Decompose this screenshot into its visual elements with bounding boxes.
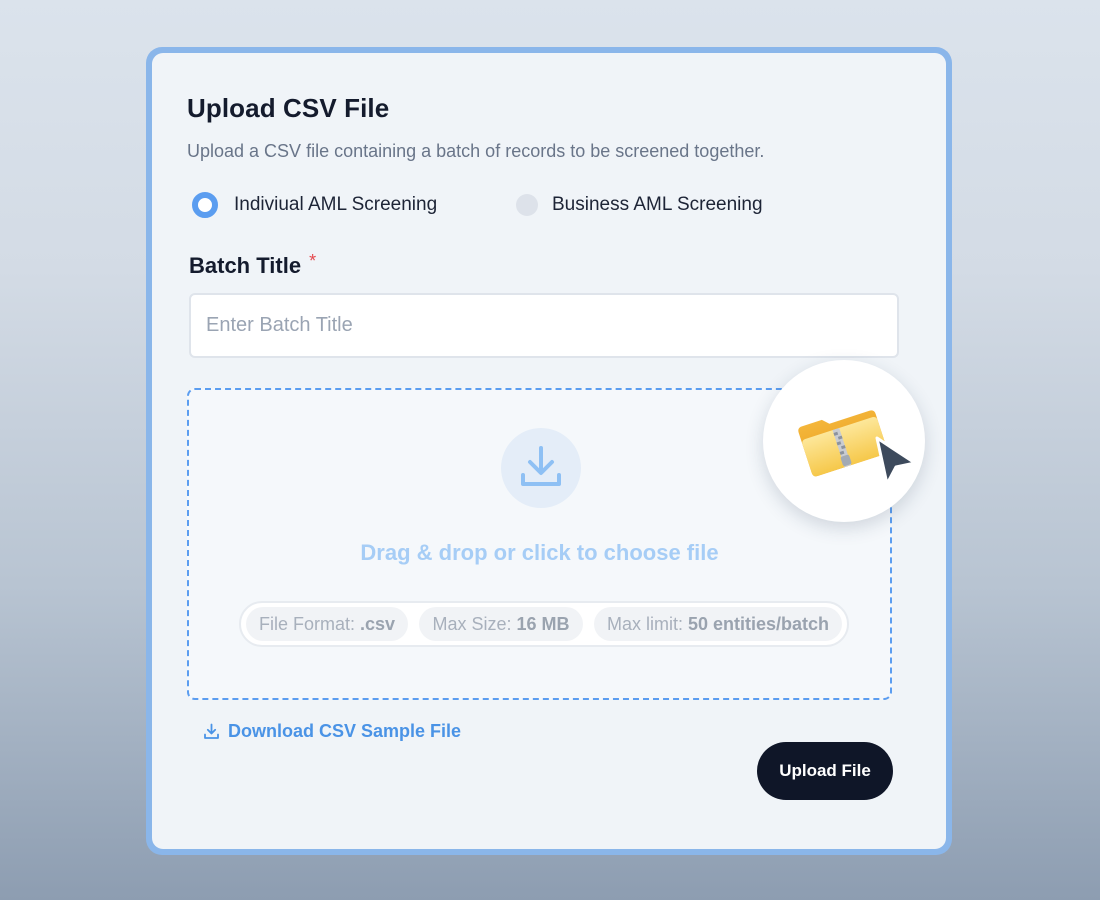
constraint-label: Max limit:	[606, 613, 683, 634]
batch-title-input[interactable]	[189, 293, 899, 358]
constraint-value: 50 entities/batch	[687, 613, 829, 634]
constraint-max-limit: Max limit: 50 entities/batch	[593, 607, 842, 641]
dropzone-instruction: Drag & drop or click to choose file	[360, 540, 719, 565]
required-asterisk: *	[309, 251, 317, 271]
constraint-file-format: File Format: .csv	[246, 607, 409, 641]
radio-checked-indicator[interactable]	[192, 192, 218, 218]
batch-title-label-text: Batch Title	[189, 253, 302, 278]
radio-individual-aml[interactable]: Indiviual AML Screening	[192, 190, 437, 220]
download-sample-label: Download CSV Sample File	[228, 721, 462, 741]
constraint-max-size: Max Size: 16 MB	[419, 607, 583, 641]
upload-dialog-frame: Upload CSV File Upload a CSV file contai…	[146, 47, 952, 855]
constraint-value: 16 MB	[516, 613, 570, 634]
constraint-value: .csv	[360, 613, 396, 634]
constraint-label: Max Size:	[432, 613, 512, 634]
dialog-subtitle: Upload a CSV file containing a batch of …	[187, 141, 765, 161]
radio-business-label: Business AML Screening	[552, 194, 763, 215]
radio-individual-label: Indiviual AML Screening	[234, 194, 438, 215]
upload-dialog: Upload CSV File Upload a CSV file contai…	[152, 53, 946, 849]
download-tray-icon	[501, 428, 581, 508]
download-sample-link[interactable]: Download CSV Sample File	[203, 721, 461, 742]
download-icon	[203, 723, 220, 740]
zipped-folder-with-cursor-icon	[763, 360, 925, 522]
radio-unchecked-indicator[interactable]	[516, 194, 538, 216]
radio-business-aml[interactable]: Business AML Screening	[514, 190, 763, 220]
dialog-title: Upload CSV File	[187, 93, 390, 123]
batch-title-label: Batch Title *	[189, 251, 317, 279]
upload-file-button[interactable]: Upload File	[757, 742, 893, 800]
constraint-label: File Format:	[259, 613, 356, 634]
file-constraints: File Format: .csv Max Size: 16 MB Max limi…	[239, 601, 849, 647]
